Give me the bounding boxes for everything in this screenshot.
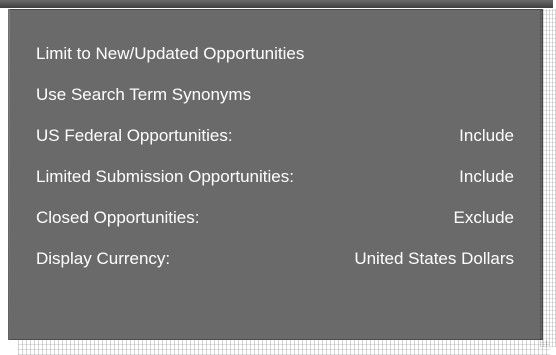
menu-item-use-search-term-synonyms[interactable]: Use Search Term Synonyms	[36, 85, 514, 126]
menu-item-label: Closed Opportunities:	[36, 208, 200, 227]
menu-item-display-currency[interactable]: Display Currency: United States Dollars	[36, 249, 514, 290]
menu-item-value: Exclude	[453, 208, 514, 227]
options-menu: Limit to New/Updated Opportunities Use S…	[36, 44, 514, 290]
menu-item-value: Include	[459, 126, 514, 145]
menu-item-value: United States Dollars	[354, 249, 514, 268]
menu-item-label: Limited Submission Opportunities:	[36, 167, 294, 186]
menu-item-label: Display Currency:	[36, 249, 171, 268]
menu-item-label: Use Search Term Synonyms	[36, 85, 252, 104]
menu-item-limited-submission-opportunities[interactable]: Limited Submission Opportunities: Includ…	[36, 167, 514, 208]
menu-item-limit-new-updated[interactable]: Limit to New/Updated Opportunities	[36, 44, 514, 85]
panel-left-bevel	[8, 9, 10, 340]
right-edge-noise	[540, 9, 556, 347]
menu-item-us-federal-opportunities[interactable]: US Federal Opportunities: Include	[36, 126, 514, 167]
menu-item-value: Include	[459, 167, 514, 186]
menu-item-label: US Federal Opportunities:	[36, 126, 233, 145]
menu-item-closed-opportunities[interactable]: Closed Opportunities: Exclude	[36, 208, 514, 249]
menu-item-label: Limit to New/Updated Opportunities	[36, 44, 305, 63]
screenshot-root: Limit to New/Updated Opportunities Use S…	[0, 0, 556, 355]
top-border	[0, 0, 553, 8]
bottom-edge-noise	[18, 340, 550, 355]
